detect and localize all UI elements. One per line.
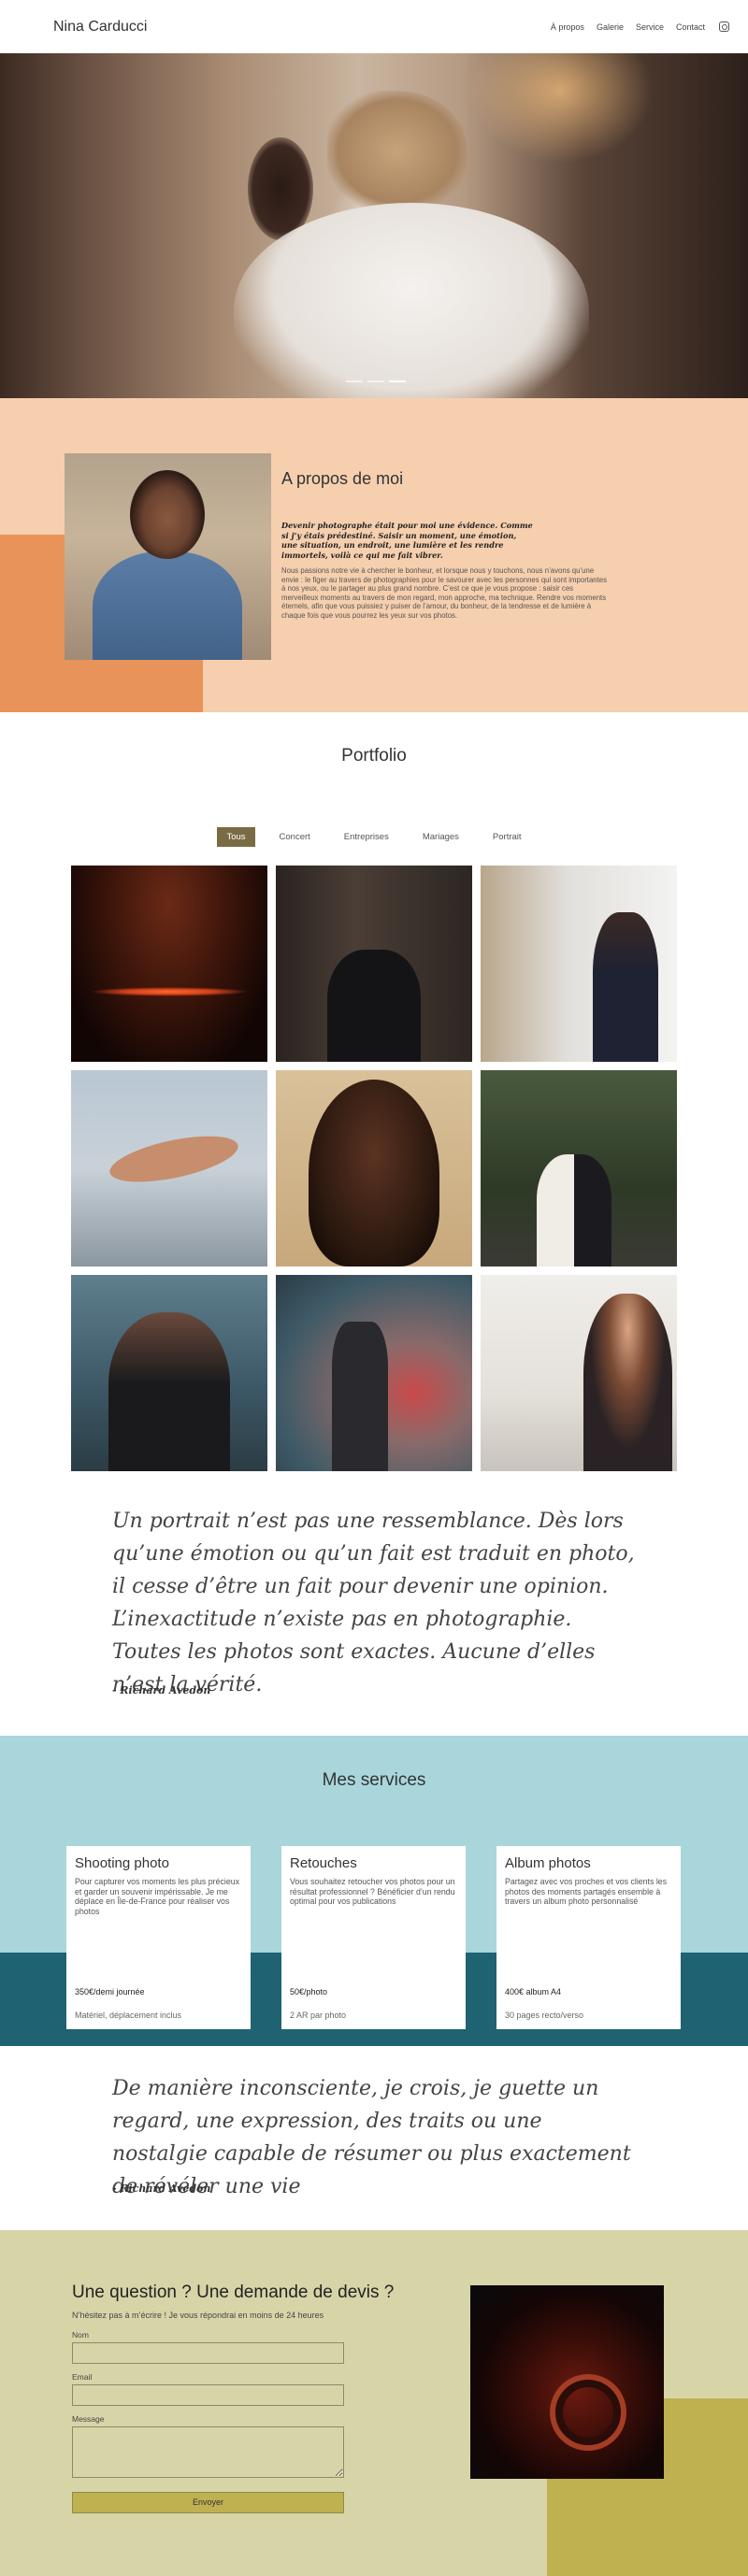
portrait-head <box>130 470 205 559</box>
portrait-body <box>93 551 242 660</box>
service-description: Vous souhaitez retoucher vos photos pour… <box>290 1877 455 1906</box>
email-input[interactable] <box>72 2384 344 2406</box>
nav-link-gallery[interactable]: Galerie <box>597 22 624 32</box>
carousel-indicators <box>346 380 406 382</box>
hero-dress-figure <box>234 203 589 398</box>
service-description: Pour capturer vos moments les plus préci… <box>75 1877 240 1916</box>
message-textarea[interactable] <box>72 2426 344 2478</box>
gallery-photo-meeting[interactable] <box>481 866 677 1062</box>
service-card-shooting[interactable]: Shooting photo Pour capturer vos moments… <box>66 1846 251 2029</box>
carousel-indicator-1[interactable] <box>346 380 363 382</box>
carousel-indicator-2[interactable] <box>367 380 384 382</box>
service-title: Album photos <box>505 1855 591 1871</box>
filter-business[interactable]: Entreprises <box>335 827 398 847</box>
service-title: Retouches <box>290 1855 357 1871</box>
name-label: Nom <box>72 2330 89 2340</box>
service-card-retouches[interactable]: Retouches Vous souhaitez retoucher vos p… <box>281 1846 466 2029</box>
nav-link-contact[interactable]: Contact <box>676 22 705 32</box>
quote-author: - Richard Avedon <box>112 1684 211 1696</box>
gallery-photo-concert-crowd[interactable] <box>276 1275 472 1471</box>
portfolio-title: Portfolio <box>341 746 407 766</box>
services-title: Mes services <box>322 1770 426 1790</box>
about-title: A propos de moi <box>281 469 404 488</box>
filter-concert[interactable]: Concert <box>270 827 320 847</box>
service-price: 350€/demi journée <box>75 1987 145 1996</box>
top-navbar: Nina Carducci À propos Galerie Service C… <box>0 0 748 53</box>
filter-all[interactable]: Tous <box>217 827 255 847</box>
contact-title: Une question ? Une demande de devis ? <box>72 2283 395 2302</box>
filter-weddings[interactable]: Mariages <box>413 827 468 847</box>
service-description: Partagez avec vos proches et vos clients… <box>505 1877 668 1906</box>
service-price: 400€ album A4 <box>505 1987 562 1996</box>
nav-link-services[interactable]: Service <box>636 22 664 32</box>
services-section: Mes services Shooting photo Pour capture… <box>0 1736 748 2046</box>
contact-subtitle: N’hésitez pas à m’écrire ! Je vous répon… <box>72 2311 324 2320</box>
about-portrait-photo <box>65 453 271 660</box>
gallery-photo-wedding-couple[interactable] <box>481 1070 677 1267</box>
main-menu: À propos Galerie Service Contact <box>551 21 729 32</box>
hero-groom-figure <box>327 91 468 212</box>
carousel-indicator-3[interactable] <box>389 380 406 382</box>
service-note: 30 pages recto/verso <box>505 2011 584 2020</box>
gallery-grid <box>71 866 677 1471</box>
about-body: Nous passions notre vie à chercher le bo… <box>281 566 608 620</box>
service-title: Shooting photo <box>75 1855 169 1871</box>
gallery-photo-woman-laptop[interactable] <box>481 1275 677 1471</box>
brand-name[interactable]: Nina Carducci <box>53 19 147 36</box>
service-card-album[interactable]: Album photos Partagez avec vos proches e… <box>496 1846 681 2029</box>
nav-link-about[interactable]: À propos <box>551 22 584 32</box>
gallery-photo-woman-glasses[interactable] <box>71 1275 267 1471</box>
service-note: 2 AR par photo <box>290 2011 347 2020</box>
filter-portrait[interactable]: Portrait <box>483 827 531 847</box>
gallery-photo-businessman[interactable] <box>276 866 472 1062</box>
service-note: Matériel, déplacement inclus <box>75 2011 182 2020</box>
gallery-photo-man-portrait[interactable] <box>276 1070 472 1267</box>
email-label: Email <box>72 2372 93 2382</box>
gallery-photo-hands[interactable] <box>71 1070 267 1267</box>
hero-carousel[interactable] <box>0 53 748 398</box>
send-button[interactable]: Envoyer <box>72 2492 344 2513</box>
quote-text: Un portrait n’est pas une ressemblance. … <box>112 1510 635 1696</box>
contact-camera-photo <box>470 2285 664 2479</box>
gallery-photo-concert-stage[interactable] <box>71 866 267 1062</box>
contact-section: Une question ? Une demande de devis ? N’… <box>0 2230 748 2576</box>
portfolio-filters: Tous Concert Entreprises Mariages Portra… <box>0 827 748 847</box>
service-price: 50€/photo <box>290 1987 328 1996</box>
name-input[interactable] <box>72 2342 344 2364</box>
message-label: Message <box>72 2414 105 2424</box>
about-lead: Devenir photographe était pour moi une é… <box>281 521 533 560</box>
about-section: A propos de moi Devenir photographe étai… <box>0 398 748 712</box>
quote-author-2: - Richard Avedon <box>112 2182 211 2195</box>
instagram-icon[interactable] <box>719 21 729 32</box>
